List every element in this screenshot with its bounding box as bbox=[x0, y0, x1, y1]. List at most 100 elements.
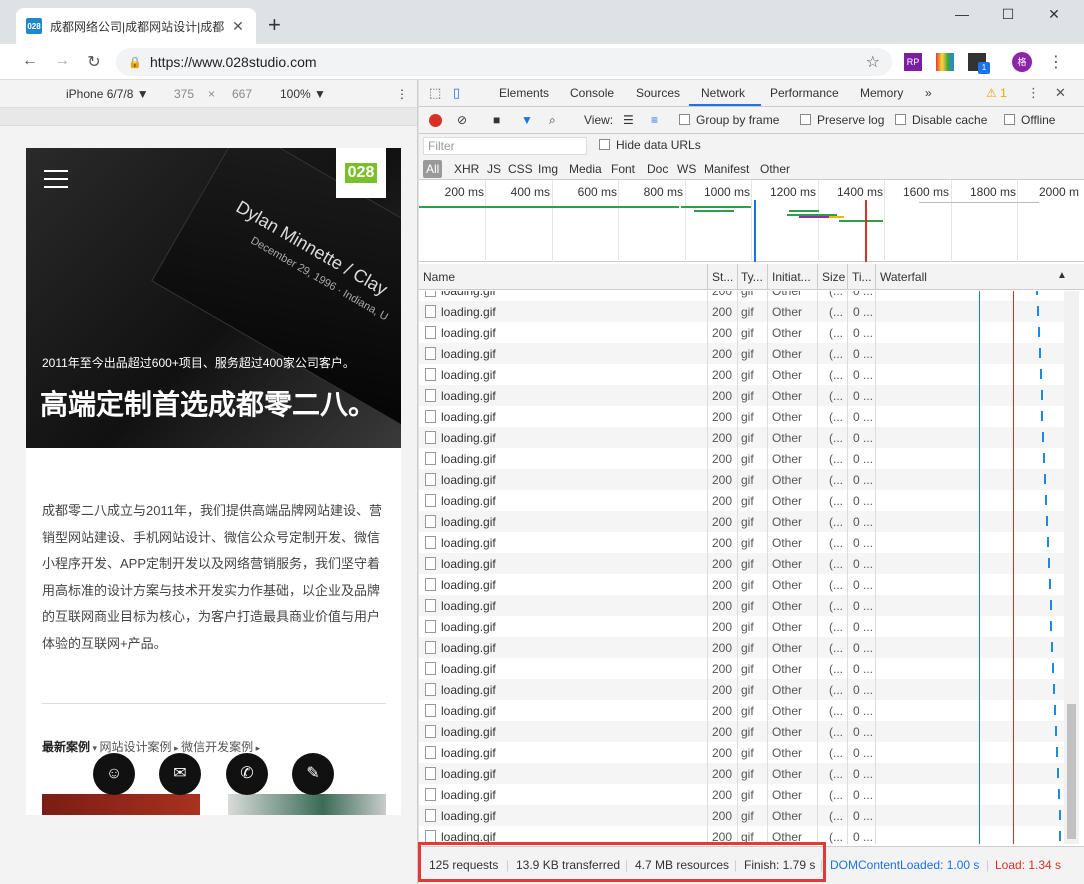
column-separator[interactable] bbox=[847, 264, 848, 290]
column-separator[interactable] bbox=[707, 264, 708, 290]
type-filter-ws[interactable]: WS bbox=[677, 162, 696, 176]
table-row[interactable]: loading.gif 200 gif Other (... 0 ... bbox=[419, 595, 1064, 616]
type-filter-font[interactable]: Font bbox=[611, 162, 635, 176]
device-menu-icon[interactable]: ⋮ bbox=[396, 87, 408, 101]
tab-elements[interactable]: Elements bbox=[499, 86, 549, 100]
type-filter-img[interactable]: Img bbox=[538, 162, 558, 176]
table-row[interactable]: loading.gif 200 gif Other (... 0 ... bbox=[419, 427, 1064, 448]
table-row[interactable]: loading.gif 200 gif Other (... 0 ... bbox=[419, 616, 1064, 637]
type-filter-media[interactable]: Media bbox=[569, 162, 602, 176]
column-time[interactable]: Ti... bbox=[852, 270, 872, 284]
device-width-input[interactable]: 375 bbox=[174, 87, 194, 101]
table-scrollbar-thumb[interactable] bbox=[1067, 704, 1076, 839]
case-thumbnail[interactable] bbox=[228, 794, 386, 815]
type-filter-css[interactable]: CSS bbox=[508, 162, 533, 176]
screenshot-icon[interactable]: ■ bbox=[493, 113, 500, 127]
type-filter-doc[interactable]: Doc bbox=[647, 162, 668, 176]
reload-icon[interactable]: ↻ bbox=[84, 52, 104, 72]
table-row[interactable]: loading.gif 200 gif Other (... 0 ... bbox=[419, 658, 1064, 679]
back-icon[interactable]: ← bbox=[20, 52, 40, 70]
table-row[interactable]: loading.gif 200 gif Other (... 0 ... bbox=[419, 700, 1064, 721]
table-row[interactable]: loading.gif 200 gif Other (... 0 ... bbox=[419, 406, 1064, 427]
clear-icon[interactable]: ⊘ bbox=[457, 113, 467, 127]
qq-icon[interactable]: ☺ bbox=[93, 753, 135, 795]
filter-icon[interactable]: ▼ bbox=[521, 113, 533, 127]
offline-checkbox[interactable]: Offline bbox=[1004, 113, 1055, 127]
column-name[interactable]: Name bbox=[423, 270, 455, 284]
sort-ascending-icon[interactable]: ▲ bbox=[1057, 270, 1067, 281]
site-logo[interactable]: 028 bbox=[336, 148, 386, 198]
column-type[interactable]: Ty... bbox=[741, 270, 763, 284]
case-tab-latest[interactable]: 最新案例 bbox=[42, 740, 90, 754]
close-tab-icon[interactable]: ✕ bbox=[230, 18, 246, 35]
profile-avatar[interactable]: 格 bbox=[1012, 52, 1032, 72]
browser-tab[interactable]: 028 成都网络公司|成都网站设计|成都 ✕ bbox=[16, 8, 256, 44]
close-window-icon[interactable]: ✕ bbox=[1044, 6, 1064, 23]
device-height-input[interactable]: 667 bbox=[232, 87, 252, 101]
table-row[interactable]: loading.gif 200 gif Other (... 0 ... bbox=[419, 574, 1064, 595]
column-separator[interactable] bbox=[817, 264, 818, 290]
table-row[interactable]: loading.gif 200 gif Other (... 0 ... bbox=[419, 553, 1064, 574]
inspect-element-icon[interactable]: ⬚ bbox=[429, 85, 441, 101]
search-icon[interactable]: ⌕ bbox=[549, 113, 556, 128]
table-row[interactable]: loading.gif 200 gif Other (... 0 ... bbox=[419, 721, 1064, 742]
disable-cache-checkbox[interactable]: Disable cache bbox=[895, 113, 987, 127]
device-select[interactable]: iPhone 6/7/8 ▼ bbox=[66, 87, 149, 101]
column-initiator[interactable]: Initiat... bbox=[772, 270, 811, 284]
column-separator[interactable] bbox=[875, 264, 876, 290]
preserve-log-checkbox[interactable]: Preserve log bbox=[800, 113, 884, 127]
case-tab-web[interactable]: 网站设计案例 bbox=[100, 740, 172, 754]
table-row[interactable]: loading.gif 200 gif Other (... 0 ... bbox=[419, 448, 1064, 469]
tab-console[interactable]: Console bbox=[570, 86, 614, 100]
new-tab-icon[interactable]: + bbox=[268, 12, 281, 38]
group-by-frame-checkbox[interactable]: Group by frame bbox=[679, 113, 779, 127]
filter-input[interactable]: Filter bbox=[423, 137, 587, 155]
large-rows-icon[interactable]: ☰ bbox=[623, 113, 634, 127]
table-row[interactable]: loading.gif 200 gif Other (... 0 ... bbox=[419, 291, 1064, 301]
table-row[interactable]: loading.gif 200 gif Other (... 0 ... bbox=[419, 784, 1064, 805]
waterfall-overview-icon[interactable]: ≡ bbox=[651, 113, 658, 127]
table-row[interactable]: loading.gif 200 gif Other (... 0 ... bbox=[419, 742, 1064, 763]
table-row[interactable]: loading.gif 200 gif Other (... 0 ... bbox=[419, 637, 1064, 658]
case-tab-wechat[interactable]: 微信开发案例 bbox=[181, 740, 253, 754]
tab-network[interactable]: Network bbox=[701, 86, 745, 100]
table-row[interactable]: loading.gif 200 gif Other (... 0 ... bbox=[419, 343, 1064, 364]
address-bar[interactable]: 🔒 https://www.028studio.com ☆ bbox=[116, 48, 892, 76]
type-filter-all[interactable]: All bbox=[423, 160, 443, 178]
hide-data-urls-checkbox[interactable]: Hide data URLs bbox=[599, 138, 701, 152]
type-filter-other[interactable]: Other bbox=[760, 162, 790, 176]
table-row[interactable]: loading.gif 200 gif Other (... 0 ... bbox=[419, 490, 1064, 511]
zoom-select[interactable]: 100% ▼ bbox=[280, 87, 326, 101]
table-row[interactable]: loading.gif 200 gif Other (... 0 ... bbox=[419, 532, 1064, 553]
minimize-icon[interactable]: — bbox=[952, 6, 972, 22]
colorzilla-extension-icon[interactable] bbox=[936, 53, 954, 71]
type-filter-manifest[interactable]: Manifest bbox=[704, 162, 749, 176]
rp-extension-icon[interactable]: RP bbox=[904, 53, 922, 71]
maximize-icon[interactable]: ☐ bbox=[998, 6, 1018, 23]
type-filter-xhr[interactable]: XHR bbox=[454, 162, 479, 176]
hamburger-menu-icon[interactable] bbox=[44, 170, 68, 194]
table-row[interactable]: loading.gif 200 gif Other (... 0 ... bbox=[419, 322, 1064, 343]
column-size[interactable]: Size bbox=[822, 270, 845, 284]
type-filter-js[interactable]: JS bbox=[487, 162, 501, 176]
table-row[interactable]: loading.gif 200 gif Other (... 0 ... bbox=[419, 301, 1064, 322]
case-thumbnail[interactable] bbox=[42, 794, 200, 815]
column-separator[interactable] bbox=[767, 264, 768, 290]
tab-sources[interactable]: Sources bbox=[636, 86, 680, 100]
column-status[interactable]: St... bbox=[712, 270, 733, 284]
column-waterfall[interactable]: Waterfall bbox=[880, 270, 927, 284]
more-tabs-icon[interactable]: » bbox=[925, 86, 932, 100]
table-row[interactable]: loading.gif 200 gif Other (... 0 ... bbox=[419, 679, 1064, 700]
table-row[interactable]: loading.gif 200 gif Other (... 0 ... bbox=[419, 511, 1064, 532]
table-row[interactable]: loading.gif 200 gif Other (... 0 ... bbox=[419, 469, 1064, 490]
record-icon[interactable] bbox=[429, 114, 442, 127]
table-row[interactable]: loading.gif 200 gif Other (... 0 ... bbox=[419, 364, 1064, 385]
chrome-menu-icon[interactable]: ⋮ bbox=[1048, 52, 1064, 72]
table-row[interactable]: loading.gif 200 gif Other (... 0 ... bbox=[419, 805, 1064, 826]
column-separator[interactable] bbox=[737, 264, 738, 290]
phone-icon[interactable]: ✆ bbox=[226, 753, 268, 795]
device-toolbar-icon[interactable]: ▯ bbox=[453, 85, 460, 101]
table-row[interactable]: loading.gif 200 gif Other (... 0 ... bbox=[419, 826, 1064, 844]
devtools-menu-icon[interactable]: ⋮ bbox=[1027, 85, 1040, 101]
edit-icon[interactable]: ✎ bbox=[292, 753, 334, 795]
